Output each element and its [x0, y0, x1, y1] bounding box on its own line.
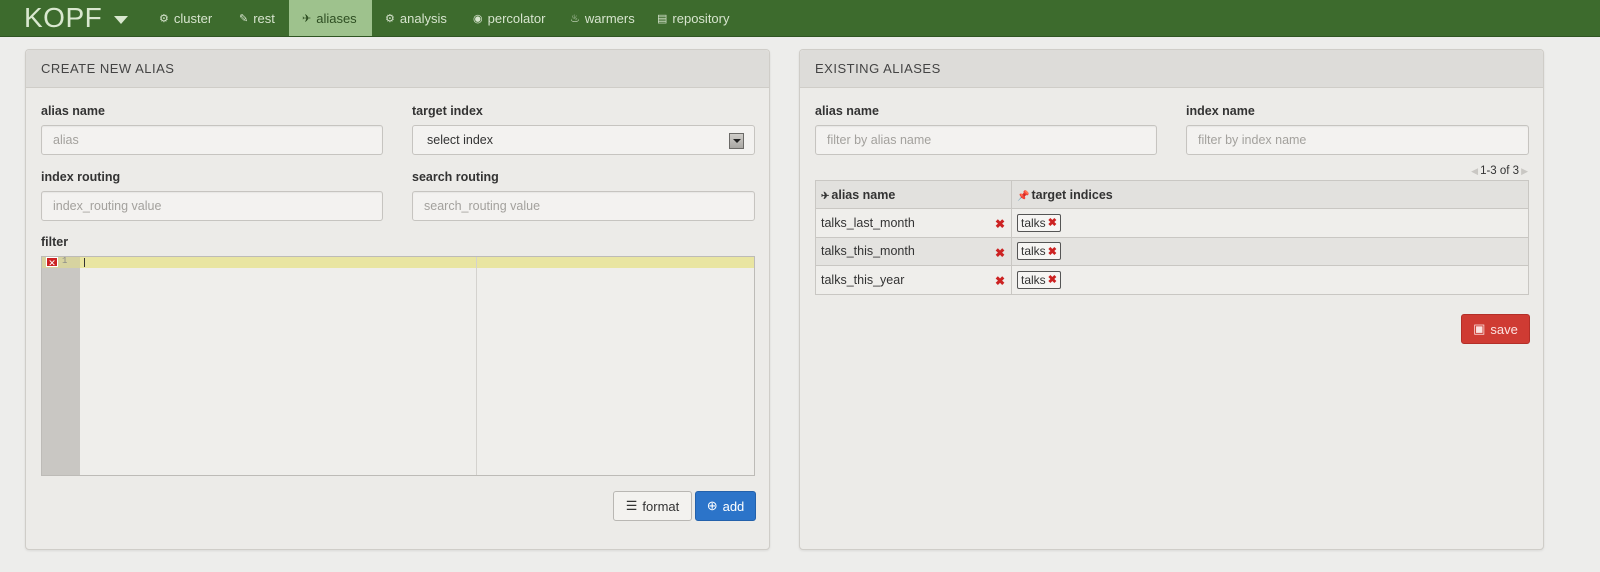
dot-circle-icon: ◉	[473, 12, 483, 25]
index-filter-label: index name	[1186, 104, 1255, 118]
prev-page-icon[interactable]: ◀	[1471, 166, 1478, 176]
alias-name-column-header: ✈ alias name	[815, 180, 1012, 209]
alias-cell: talks_this_month ✖	[815, 236, 1012, 266]
error-icon: ✕	[46, 257, 58, 268]
top-navbar: KOPF ⚙ cluster ✎ rest ✈ aliases ⚙ analys…	[0, 0, 1600, 37]
editor-print-margin	[476, 257, 477, 475]
table-header-row: ✈ alias name 📌 target indices	[815, 180, 1529, 209]
editor-line-number: 1	[62, 256, 68, 266]
pagination: ◀ 1-3 of 3 ▶	[1469, 165, 1530, 177]
index-tag: talks ✖	[1017, 213, 1061, 232]
aliases-table: ✈ alias name 📌 target indices talks_last_m…	[815, 180, 1529, 295]
sitemap-icon: ⚙	[159, 12, 169, 25]
alias-filter-input[interactable]	[815, 125, 1157, 155]
table-row: talks_last_month ✖ talks ✖	[815, 208, 1529, 238]
nav-rest-label: rest	[253, 10, 275, 26]
existing-aliases-panel: EXISTING ALIASES alias name index name ◀…	[799, 49, 1544, 550]
nav-warmers-label: warmers	[584, 10, 635, 26]
nav-cluster-label: cluster	[173, 10, 213, 26]
nav-warmers[interactable]: ♨ warmers	[557, 0, 648, 36]
remove-alias-icon[interactable]: ✖	[995, 217, 1005, 231]
remove-index-icon[interactable]: ✖	[1048, 273, 1057, 286]
add-button-label: add	[722, 498, 745, 514]
add-button[interactable]: ⊕ add	[695, 491, 756, 521]
nav-percolator[interactable]: ◉ percolator	[460, 0, 558, 36]
nav-rest[interactable]: ✎ rest	[226, 0, 288, 36]
target-indices-column-header: 📌 target indices	[1011, 180, 1529, 209]
editor-cursor	[84, 258, 85, 267]
create-alias-heading: CREATE NEW ALIAS	[26, 50, 769, 88]
dropdown-arrow-icon[interactable]	[729, 133, 744, 149]
nav-percolator-label: percolator	[487, 10, 546, 26]
nav-cluster[interactable]: ⚙ cluster	[146, 0, 225, 36]
filter-label: filter	[41, 235, 69, 249]
pin-icon: 📌	[1017, 190, 1030, 202]
alias-name-label: alias name	[41, 104, 105, 118]
alias-cell: talks_last_month ✖	[815, 208, 1012, 238]
align-justify-icon: ☰	[625, 498, 638, 513]
table-row: talks_this_month ✖ talks ✖	[815, 236, 1529, 266]
filter-editor[interactable]: ✕ 1	[41, 256, 755, 476]
search-routing-label: search routing	[412, 170, 499, 184]
nav-analysis-label: analysis	[399, 10, 447, 26]
save-button[interactable]: ▣ save	[1461, 314, 1530, 344]
editor-active-line	[42, 257, 754, 268]
search-routing-input[interactable]	[412, 191, 755, 221]
plus-circle-icon: ⊕	[706, 498, 718, 513]
remove-index-icon[interactable]: ✖	[1048, 216, 1057, 229]
remove-alias-icon[interactable]: ✖	[995, 274, 1005, 288]
nav-aliases-label: aliases	[316, 10, 357, 26]
pagination-text: 1-3 of 3	[1480, 165, 1520, 177]
fire-icon: ♨	[570, 12, 580, 25]
tags-icon: ✈	[302, 12, 312, 25]
nav-repository-label: repository	[672, 10, 730, 26]
target-index-value: select index	[427, 133, 494, 147]
index-tag-label: talks	[1021, 272, 1046, 287]
alias-filter-label: alias name	[815, 104, 879, 118]
edit-icon: ✎	[239, 12, 249, 25]
alias-name-input[interactable]	[41, 125, 383, 155]
briefcase-icon: ▤	[657, 12, 668, 25]
nav-aliases[interactable]: ✈ aliases	[289, 0, 372, 36]
nav-repository[interactable]: ▤ repository	[644, 0, 742, 36]
alias-name-text: talks_this_year	[821, 272, 905, 287]
target-index-cell: talks ✖	[1011, 236, 1529, 266]
remove-index-icon[interactable]: ✖	[1048, 245, 1057, 258]
existing-aliases-heading: EXISTING ALIASES	[800, 50, 1543, 88]
alias-name-text: talks_this_month	[821, 244, 915, 259]
remove-alias-icon[interactable]: ✖	[995, 246, 1005, 260]
target-index-select[interactable]: select index	[412, 125, 755, 155]
index-tag: talks ✖	[1017, 242, 1061, 261]
index-tag: talks ✖	[1017, 270, 1061, 289]
save-button-label: save	[1490, 321, 1518, 337]
target-index-cell: talks ✖	[1011, 265, 1529, 295]
next-page-icon[interactable]: ▶	[1521, 166, 1528, 176]
format-button-label: format	[642, 498, 680, 514]
alias-cell: talks_this_year ✖	[815, 265, 1012, 295]
nav-analysis[interactable]: ⚙ analysis	[372, 0, 460, 36]
tag-icon: ✈	[821, 190, 830, 202]
editor-gutter	[42, 257, 80, 475]
save-icon: ▣	[1473, 321, 1486, 336]
format-button[interactable]: ☰ format	[613, 491, 692, 521]
create-alias-panel: CREATE NEW ALIAS alias name target index…	[25, 49, 770, 550]
table-row: talks_this_year ✖ talks ✖	[815, 265, 1529, 295]
puzzle-icon: ⚙	[385, 12, 395, 25]
index-filter-input[interactable]	[1186, 125, 1529, 155]
target-index-label: target index	[412, 104, 483, 118]
index-routing-input[interactable]	[41, 191, 383, 221]
index-routing-label: index routing	[41, 170, 121, 184]
alias-name-text: talks_last_month	[821, 215, 915, 230]
index-tag-label: talks	[1021, 244, 1046, 259]
brand-menu[interactable]: KOPF	[24, 0, 129, 36]
index-tag-label: talks	[1021, 215, 1046, 230]
caret-down-icon	[114, 16, 129, 24]
alias-name-column-label: alias name	[831, 187, 896, 202]
brand-title: KOPF	[24, 2, 103, 33]
target-indices-column-label: target indices	[1031, 187, 1113, 202]
target-index-cell: talks ✖	[1011, 208, 1529, 238]
